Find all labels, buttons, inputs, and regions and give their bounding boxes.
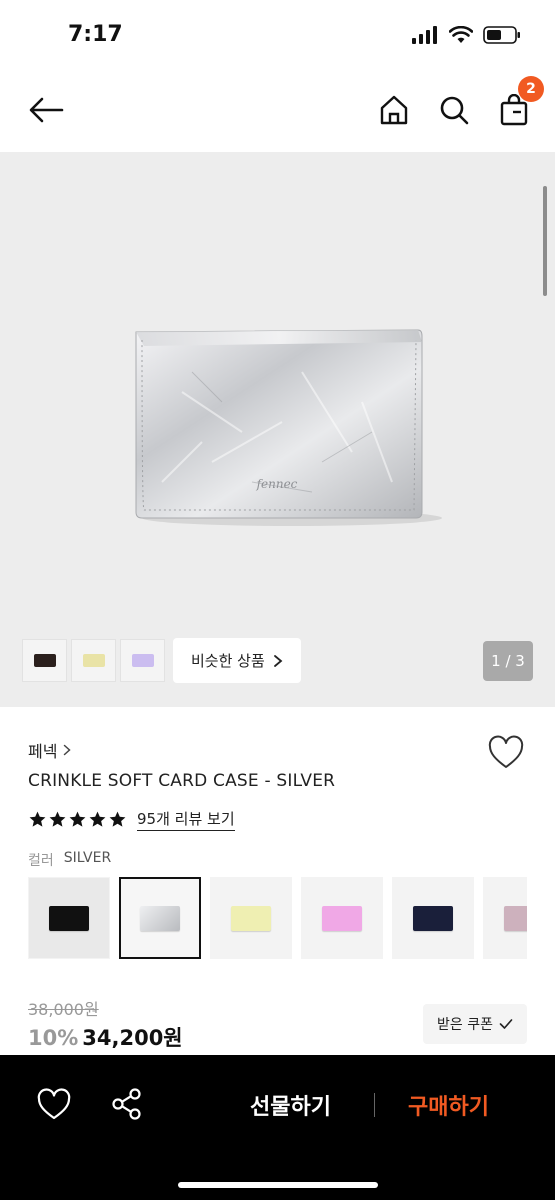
search-icon <box>440 96 469 125</box>
status-time: 7:17 <box>68 22 123 47</box>
price-row: 10% 34,200원 <box>28 1022 183 1052</box>
coupon-label: 받은 쿠폰 <box>437 1017 493 1033</box>
product-image-gallery[interactable]: fennec 비슷한 상품 1 / 3 <box>0 152 555 707</box>
back-button[interactable] <box>26 90 66 130</box>
action-divider <box>374 1093 375 1117</box>
home-icon <box>380 95 408 125</box>
battery-icon <box>483 26 520 44</box>
star-icon <box>109 811 126 827</box>
home-indicator <box>178 1182 378 1188</box>
color-swatch-mauve[interactable] <box>483 877 527 959</box>
thumbnail-strip: 비슷한 상품 <box>22 638 301 683</box>
received-coupon-button[interactable]: 받은 쿠폰 <box>423 1004 527 1044</box>
wishlist-heart-icon[interactable] <box>487 734 525 772</box>
gift-button[interactable]: 선물하기 <box>250 1089 331 1121</box>
wallet-thumbnail-yellow <box>82 654 105 667</box>
color-swatch-list <box>28 877 527 961</box>
status-icons <box>411 26 521 44</box>
cellular-signal-icon <box>412 26 437 44</box>
home-button[interactable] <box>374 90 414 130</box>
back-arrow-icon <box>29 97 64 123</box>
swatch-card-black <box>49 905 89 931</box>
image-page-counter: 1 / 3 <box>483 641 533 681</box>
brand-link[interactable]: 페넥 <box>28 738 72 762</box>
scroll-indicator <box>543 186 547 296</box>
sale-price: 34,200원 <box>82 1026 183 1050</box>
star-icon <box>69 811 86 827</box>
swatch-card-yellow <box>231 905 271 931</box>
color-swatch-yellow[interactable] <box>210 877 292 959</box>
color-swatch-pink[interactable] <box>301 877 383 959</box>
thumbnail-black[interactable] <box>22 639 67 682</box>
swatch-card-mauve <box>504 905 527 931</box>
product-name: CRINKLE SOFT CARD CASE - SILVER <box>28 771 336 791</box>
top-nav-bar: 2 <box>0 72 555 152</box>
cart-button[interactable]: 2 <box>494 76 544 130</box>
chevron-right-icon <box>273 654 283 667</box>
similar-products-label: 비슷한 상품 <box>191 652 265 670</box>
swatch-card-navy <box>413 905 453 931</box>
share-icon[interactable] <box>110 1087 144 1121</box>
checkmark-icon <box>499 1019 513 1029</box>
star-rating <box>28 810 127 829</box>
swatch-card-pink <box>322 905 362 931</box>
status-bar: 7:17 <box>0 0 555 72</box>
selected-color-value: SILVER <box>63 850 112 866</box>
wallet-thumbnail-black <box>33 654 56 667</box>
original-price: 38,000원 <box>28 1000 99 1019</box>
wifi-icon <box>449 26 473 43</box>
thumbnail-yellow[interactable] <box>71 639 116 682</box>
search-button[interactable] <box>434 90 474 130</box>
thumbnail-lavender[interactable] <box>120 639 165 682</box>
swatch-card-silver <box>140 905 180 931</box>
wallet-thumbnail-lavender <box>131 654 154 667</box>
rating-row: 95개 리뷰 보기 <box>28 808 235 831</box>
color-label: 컬러 <box>28 853 54 869</box>
discount-rate: 10% <box>28 1026 79 1050</box>
star-icon <box>29 811 46 827</box>
cart-count-badge: 2 <box>518 76 544 102</box>
brand-name: 페넥 <box>28 742 58 761</box>
star-icon <box>89 811 106 827</box>
chevron-right-icon <box>64 744 72 756</box>
buy-button[interactable]: 구매하기 <box>408 1089 489 1121</box>
color-swatch-silver[interactable] <box>119 877 201 959</box>
similar-products-button[interactable]: 비슷한 상품 <box>173 638 301 683</box>
color-option-row: 컬러 SILVER <box>28 850 111 870</box>
bottom-action-bar: 선물하기 구매하기 <box>0 1055 555 1200</box>
star-icon <box>49 811 66 827</box>
reviews-link[interactable]: 95개 리뷰 보기 <box>137 808 235 831</box>
color-swatch-black[interactable] <box>28 877 110 959</box>
wishlist-heart-icon[interactable] <box>36 1087 72 1123</box>
color-swatch-navy[interactable] <box>392 877 474 959</box>
product-image-silver-card-case: fennec <box>135 329 442 526</box>
svg-text:fennec: fennec <box>256 477 298 491</box>
